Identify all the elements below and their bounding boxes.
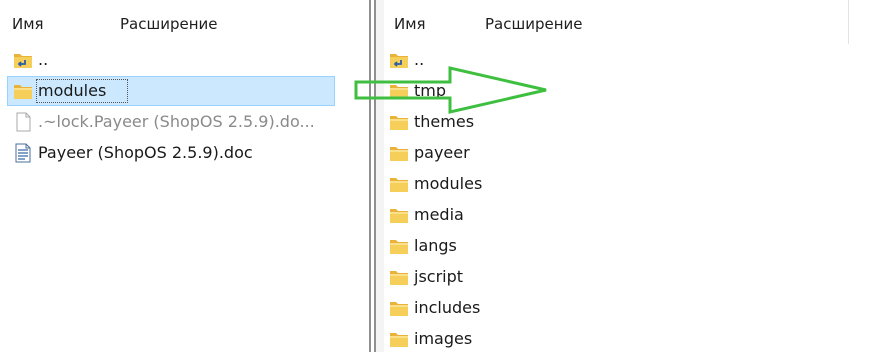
file-list-item[interactable]: payeer — [384, 139, 871, 167]
column-separator — [848, 0, 849, 44]
folder-icon — [12, 80, 34, 102]
item-name: .~lock.Payeer (ShopOS 2.5.9).do... — [38, 112, 315, 131]
right-name-column-header[interactable]: Имя — [394, 15, 426, 33]
folder-icon — [388, 297, 410, 319]
right-column-header: Имя Расширение — [384, 0, 871, 44]
item-name: .. — [414, 50, 425, 69]
file-list-item[interactable]: langs — [384, 232, 871, 260]
item-name: modules — [414, 174, 483, 193]
parent-folder-icon — [388, 49, 410, 71]
file-list-item[interactable]: modules — [384, 170, 871, 198]
folder-icon — [388, 204, 410, 226]
folder-icon — [388, 235, 410, 257]
folder-icon — [388, 266, 410, 288]
file-list-item[interactable]: includes — [384, 294, 871, 322]
folder-icon — [388, 142, 410, 164]
item-name: jscript — [414, 267, 464, 286]
item-name: tmp — [414, 81, 447, 100]
item-name: .. — [38, 50, 49, 69]
item-name: themes — [414, 112, 475, 131]
panel-divider[interactable] — [366, 0, 384, 352]
left-name-column-header[interactable]: Имя — [12, 15, 44, 33]
folder-icon — [388, 173, 410, 195]
item-name: payeer — [414, 143, 470, 162]
folder-icon — [388, 80, 410, 102]
parent-directory-row[interactable]: .. — [384, 46, 871, 74]
folder-icon — [388, 328, 410, 350]
file-list-item[interactable]: Payeer (ShopOS 2.5.9).doc — [8, 139, 334, 167]
item-name: images — [414, 329, 473, 348]
document-icon — [12, 142, 34, 164]
focus-outline — [36, 79, 128, 103]
parent-folder-icon — [12, 49, 34, 71]
left-extension-column-header[interactable]: Расширение — [120, 15, 218, 33]
item-name: Payeer (ShopOS 2.5.9).doc — [38, 143, 253, 162]
item-name: media — [414, 205, 464, 224]
item-name: langs — [414, 236, 457, 255]
file-list-item[interactable]: themes — [384, 108, 871, 136]
file-list-item[interactable]: media — [384, 201, 871, 229]
right-extension-column-header[interactable]: Расширение — [485, 15, 583, 33]
blank-file-icon — [12, 111, 34, 133]
file-list-item[interactable]: tmp — [384, 77, 871, 105]
left-column-header: Имя Расширение — [0, 0, 366, 44]
left-file-panel: Имя Расширение .. modules .~lock.Payeer (S… — [0, 0, 366, 352]
file-list-item[interactable]: .~lock.Payeer (ShopOS 2.5.9).do... — [8, 108, 334, 136]
file-list-item[interactable]: jscript — [384, 263, 871, 291]
folder-icon — [388, 111, 410, 133]
file-list-item[interactable]: images — [384, 325, 871, 352]
parent-directory-row[interactable]: .. — [8, 46, 334, 74]
item-name: includes — [414, 298, 481, 317]
file-list-item[interactable]: modules — [7, 76, 335, 106]
right-file-panel: Имя Расширение .. tmp themes payeer modules m… — [384, 0, 871, 352]
